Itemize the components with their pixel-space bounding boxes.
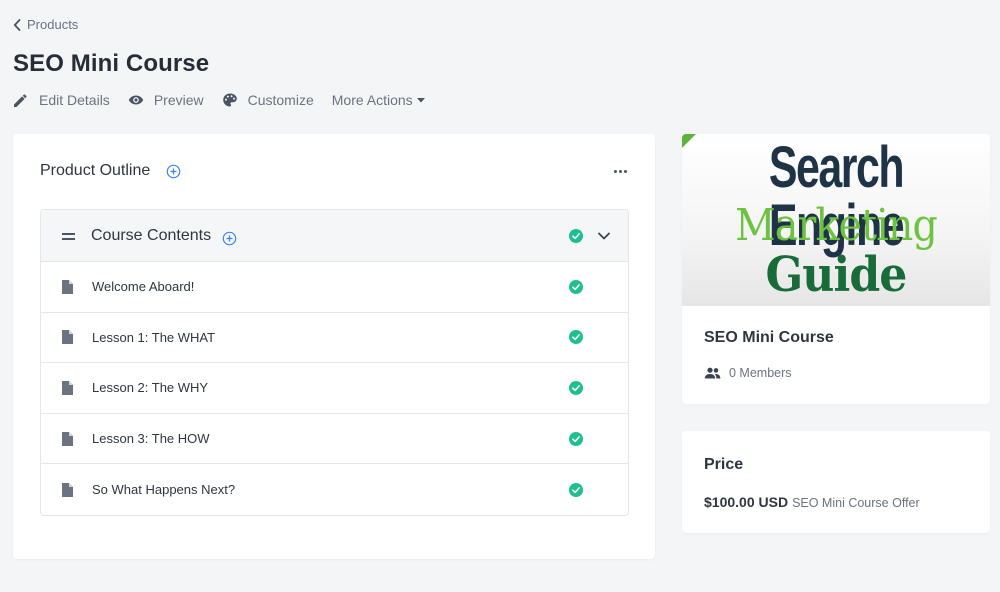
price-title: Price (704, 456, 744, 473)
users-icon (704, 367, 721, 379)
lesson-check-icon (569, 380, 583, 395)
more-actions-dropdown[interactable]: More Actions (332, 92, 426, 108)
lesson-title: Lesson 1: The WHAT (92, 329, 216, 345)
lesson-row[interactable]: Lesson 3: The HOW (41, 414, 628, 465)
product-outline-card: Product Outline Course Contents Welcome … (13, 134, 655, 559)
breadcrumb[interactable]: Products (13, 17, 78, 32)
product-name: SEO Mini Course (704, 329, 834, 346)
document-icon (62, 330, 73, 345)
page-title: SEO Mini Course (13, 50, 210, 77)
section-title: Course Contents (91, 226, 212, 244)
document-icon (62, 380, 73, 395)
drag-handle-icon[interactable] (62, 233, 75, 243)
document-icon (62, 279, 73, 294)
eye-icon (128, 95, 144, 105)
palette-icon (222, 93, 237, 107)
members-count[interactable]: 0 Members (704, 366, 792, 380)
lesson-check-icon (569, 431, 583, 446)
edit-details-label: Edit Details (39, 92, 110, 108)
price-card: Price $100.00 USD SEO Mini Course Offer (682, 431, 990, 533)
members-label: 0 Members (729, 366, 792, 380)
price-row[interactable]: $100.00 USD SEO Mini Course Offer (704, 494, 920, 510)
more-actions-label: More Actions (331, 92, 413, 108)
add-section-plus-icon[interactable] (166, 164, 181, 179)
thumbnail-corner-accent (682, 134, 696, 148)
lesson-row[interactable]: So What Happens Next? (41, 464, 628, 515)
lesson-row[interactable]: Lesson 2: The WHY (41, 363, 628, 414)
outline-title: Product Outline (40, 162, 151, 179)
price-offer-name: SEO Mini Course Offer (792, 496, 920, 510)
thumbnail-text-line2: Marketing (735, 200, 938, 251)
lesson-row[interactable]: Welcome Aboard! (41, 262, 628, 313)
section-header[interactable]: Course Contents (41, 210, 628, 262)
product-thumbnail[interactable]: Search Engine Marketing Guide (682, 134, 990, 306)
price-amount: $100.00 USD (704, 494, 789, 510)
chevron-down-icon[interactable] (597, 230, 611, 242)
lesson-check-icon (569, 482, 583, 497)
preview-label: Preview (153, 92, 204, 108)
pencil-icon (14, 94, 27, 107)
lesson-check-icon (569, 330, 583, 345)
product-actions: Edit Details Preview Customize More Acti… (13, 90, 444, 110)
section-check-icon (569, 229, 583, 243)
lesson-check-icon (569, 279, 583, 294)
edit-details-button[interactable]: Edit Details (13, 92, 110, 108)
customize-label: Customize (247, 92, 314, 108)
add-lesson-plus-icon[interactable] (222, 231, 237, 246)
customize-button[interactable]: Customize (222, 92, 314, 108)
outline-header: Product Outline (40, 162, 181, 180)
lesson-row[interactable]: Lesson 1: The WHAT (41, 313, 628, 364)
lesson-title: Lesson 2: The WHY (92, 380, 209, 396)
thumbnail-text-line3: Guide (765, 247, 908, 303)
breadcrumb-products-link[interactable]: Products (27, 17, 78, 32)
lesson-title: Welcome Aboard! (92, 279, 195, 295)
preview-button[interactable]: Preview (128, 92, 204, 108)
outline-more-options-icon[interactable] (614, 170, 627, 173)
lesson-title: So What Happens Next? (92, 482, 236, 498)
course-section: Course Contents Welcome Aboard! Lesson 1… (40, 209, 629, 516)
chevron-left-icon (13, 18, 21, 31)
product-summary-card: Search Engine Marketing Guide SEO Mini C… (682, 134, 990, 404)
document-icon (62, 431, 73, 446)
document-icon (62, 482, 73, 497)
lesson-title: Lesson 3: The HOW (92, 431, 210, 447)
caret-down-icon (416, 98, 425, 103)
